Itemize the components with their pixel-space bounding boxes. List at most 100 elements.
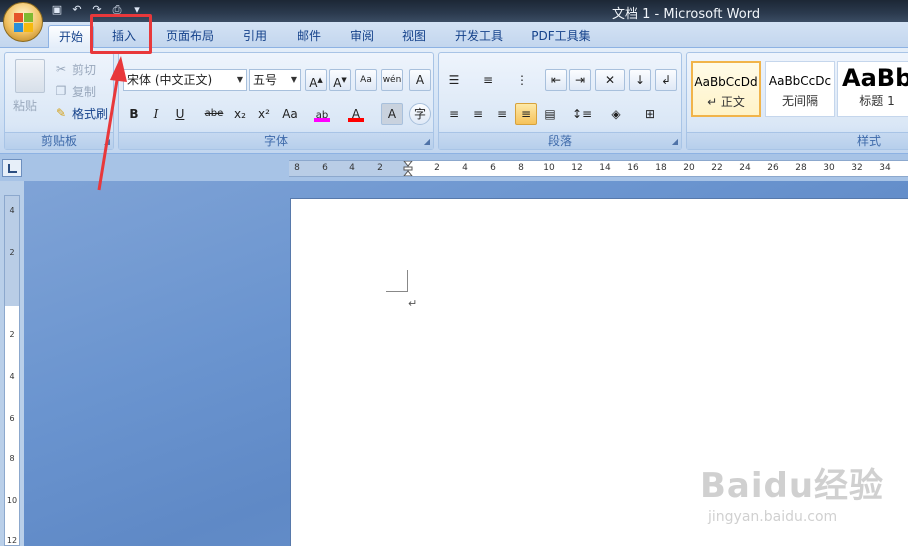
ruler-tick-label: 12: [6, 536, 18, 545]
styles-group: AaBbCcDd ↵ 正文 AaBbCcDc 无间隔 AaBb 标题 1 样式: [686, 52, 908, 150]
bold-button[interactable]: B: [123, 103, 145, 125]
undo-icon[interactable]: ↶: [70, 3, 84, 17]
ruler-tick-label: 24: [739, 163, 751, 173]
char-shading-button[interactable]: A: [381, 103, 403, 125]
ruler-tick-label: 6: [9, 414, 15, 423]
shrink-font-button[interactable]: A▼: [329, 69, 351, 91]
ruler-tick-label: 8: [9, 454, 15, 463]
ruler-tick-label: 4: [9, 372, 15, 381]
copy-icon: ❐: [55, 84, 67, 98]
ruler-tick-label: 8: [518, 163, 524, 173]
format-painter-button[interactable]: ✎ 格式刷: [53, 103, 108, 123]
tab-view[interactable]: 视图: [389, 25, 439, 48]
tab-home[interactable]: 开始: [48, 25, 94, 48]
justify-button[interactable]: ≡: [515, 103, 537, 125]
ruler-tick-label: 34: [879, 163, 891, 173]
font-color-swatch: [348, 118, 364, 122]
font-name-dropdown[interactable]: 宋体 (中文正文) ▼: [123, 69, 247, 91]
align-left-button[interactable]: ≡: [443, 103, 465, 125]
enclose-char-button[interactable]: 字: [409, 103, 431, 125]
clipboard-launcher-icon[interactable]: ◢: [104, 137, 110, 146]
show-marks-button[interactable]: ↲: [655, 69, 677, 91]
font-group: 宋体 (中文正文) ▼ 五号 ▼ A▲ A▼ Aa wén A B I U abe …: [118, 52, 434, 150]
line-spacing-button[interactable]: ↕≡: [567, 103, 597, 125]
ribbon: 粘贴 ✂ 剪切 ❐ 复制 ✎ 格式刷 剪贴板 ◢ 宋体 (中文正文) ▼ 五号 ▼ A▲ …: [0, 48, 908, 154]
decrease-indent-button[interactable]: ⇤: [545, 69, 567, 91]
chinese-layout-button[interactable]: ✕: [595, 69, 625, 91]
chevron-down-icon: ▼: [236, 75, 243, 84]
numbering-button[interactable]: ≡: [477, 69, 499, 91]
styles-group-label: 样式: [687, 132, 908, 149]
ruler-tick-label: 20: [683, 163, 695, 173]
save-icon[interactable]: ▣: [50, 3, 64, 17]
cut-button[interactable]: ✂ 剪切: [53, 59, 96, 79]
font-size-dropdown[interactable]: 五号 ▼: [249, 69, 301, 91]
change-case-button[interactable]: Aa: [279, 103, 301, 125]
highlight-button[interactable]: ab: [311, 103, 333, 125]
paste-icon: [15, 59, 45, 93]
font-group-label: 字体: [119, 132, 433, 149]
margin-corner-mark: [386, 270, 408, 292]
tab-selector-button[interactable]: [2, 159, 22, 177]
bullets-button[interactable]: ☰: [443, 69, 465, 91]
ruler-tick-label: 28: [795, 163, 807, 173]
baidu-watermark: Baidu经验 jingyan.baidu.com: [700, 466, 885, 525]
tab-mailings[interactable]: 邮件: [284, 25, 334, 48]
font-launcher-icon[interactable]: ◢: [424, 137, 430, 146]
ruler-tick-label: 2: [9, 330, 15, 339]
ruler-tick-label: 4: [349, 163, 355, 173]
office-logo-icon: [14, 13, 34, 33]
scissors-icon: ✂: [55, 62, 67, 76]
brush-icon: ✎: [55, 106, 67, 120]
style-normal[interactable]: AaBbCcDd ↵ 正文: [691, 61, 761, 117]
tab-review[interactable]: 审阅: [337, 25, 387, 48]
ruler-tick-label: 2: [377, 163, 383, 173]
chevron-down-icon: ▼: [290, 75, 297, 84]
ruler-tick-label: 6: [490, 163, 496, 173]
copy-button[interactable]: ❐ 复制: [53, 81, 96, 101]
distribute-button[interactable]: ▤: [539, 103, 561, 125]
paragraph-launcher-icon[interactable]: ◢: [672, 137, 678, 146]
tab-page-layout[interactable]: 页面布局: [158, 25, 222, 48]
align-center-button[interactable]: ≡: [467, 103, 489, 125]
borders-button[interactable]: ⊞: [635, 103, 665, 125]
paragraph-mark: ↵: [408, 297, 418, 310]
ruler-tick-label: 4: [9, 206, 15, 215]
superscript-button[interactable]: x²: [253, 103, 275, 125]
ruler-tick-label: 14: [599, 163, 611, 173]
ruler-tick-label: 18: [655, 163, 667, 173]
italic-button[interactable]: I: [145, 103, 167, 125]
sort-button[interactable]: ↓: [629, 69, 651, 91]
font-color-button[interactable]: A: [345, 103, 367, 125]
ruler-tick-label: 4: [462, 163, 468, 173]
window-title: 文档 1 - Microsoft Word: [612, 7, 761, 22]
office-button[interactable]: [3, 2, 43, 42]
multilevel-list-button[interactable]: ⋮: [511, 69, 533, 91]
grow-font-button[interactable]: A▲: [305, 69, 327, 91]
align-right-button[interactable]: ≡: [491, 103, 513, 125]
tab-pdf-tools[interactable]: PDF工具集: [522, 25, 600, 48]
style-no-spacing[interactable]: AaBbCcDc 无间隔: [765, 61, 835, 117]
clear-format-button[interactable]: Aa: [355, 69, 377, 91]
ruler-tick-label: 30: [823, 163, 835, 173]
ruler-tick-label: 10: [543, 163, 555, 173]
phonetic-guide-button[interactable]: wén: [381, 69, 403, 91]
shading-button[interactable]: ◈: [601, 103, 631, 125]
subscript-button[interactable]: x₂: [229, 103, 251, 125]
tab-references[interactable]: 引用: [230, 25, 280, 48]
strikethrough-button[interactable]: abe: [203, 103, 225, 125]
horizontal-ruler[interactable]: 8 6 4 2 2 4 6 8 10 12 14 16 18 20 22 24 26 28 30 32 34: [289, 160, 908, 177]
ruler-tick-label: 16: [627, 163, 639, 173]
vertical-ruler[interactable]: 4 2 2 4 6 8 10 12: [4, 195, 20, 546]
ruler-tick-label: 8: [294, 163, 300, 173]
increase-indent-button[interactable]: ⇥: [569, 69, 591, 91]
paragraph-group: ☰ ≡ ⋮ ⇤ ⇥ ✕ ↓ ↲ ≡ ≡ ≡ ≡ ▤ ↕≡ ◈ ⊞ 段落 ◢: [438, 52, 682, 150]
ruler-tick-label: 2: [9, 248, 15, 257]
tab-developer[interactable]: 开发工具: [446, 25, 512, 48]
paste-button[interactable]: 粘贴: [13, 97, 37, 114]
style-heading-1[interactable]: AaBb 标题 1: [837, 61, 908, 117]
clipboard-group: 粘贴 ✂ 剪切 ❐ 复制 ✎ 格式刷 剪贴板 ◢: [4, 52, 114, 150]
underline-button[interactable]: U: [169, 103, 191, 125]
indent-marker-icon[interactable]: [402, 160, 414, 177]
char-border-button[interactable]: A: [409, 69, 431, 91]
